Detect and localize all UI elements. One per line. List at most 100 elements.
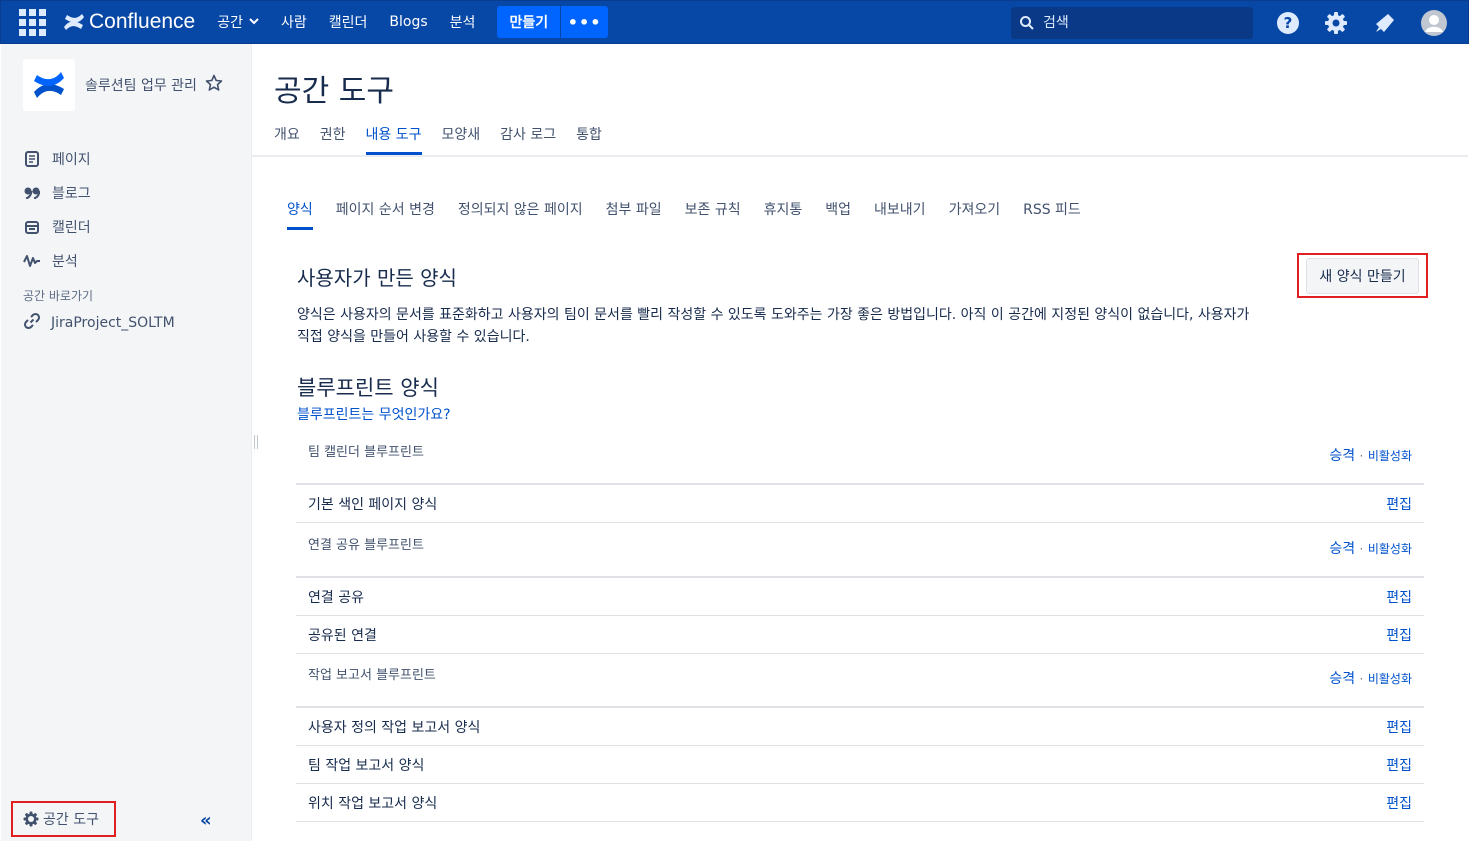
subtab-attachments[interactable]: 첨부 파일 <box>606 199 662 230</box>
tabs-divider <box>252 155 1468 157</box>
collapse-sidebar-icon[interactable]: « <box>200 810 212 831</box>
subtab-backup[interactable]: 백업 <box>825 199 851 230</box>
top-navigation: Confluence 공간 사람 캘린더 Blogs 분석 만들기 ••• ? <box>0 0 1469 44</box>
promote-link[interactable]: 승격 <box>1329 541 1355 557</box>
page-icon <box>23 150 41 168</box>
template-name: 팀 작업 보고서 양식 <box>308 757 425 774</box>
space-header[interactable]: 솔루션팀 업무 관리 <box>23 59 223 111</box>
group-name: 연결 공유 블루프린트 <box>308 538 424 553</box>
create-button[interactable]: 만들기 <box>497 6 561 38</box>
search-input[interactable] <box>1043 15 1243 31</box>
table-row: 공유된 연결 편집 <box>296 616 1424 654</box>
subtab-undefined-pages[interactable]: 정의되지 않은 페이지 <box>458 199 583 230</box>
space-shortcuts-title: 공간 바로가기 <box>23 289 94 303</box>
content-tools-subtabs: 양식 페이지 순서 변경 정의되지 않은 페이지 첨부 파일 보존 규칙 휴지통… <box>287 199 1104 230</box>
group-actions: 승격 · 비활성화 <box>1329 445 1412 465</box>
notifications-megaphone-icon[interactable] <box>1371 9 1399 37</box>
confluence-logo-icon <box>64 14 84 30</box>
edit-link[interactable]: 편집 <box>1386 793 1412 813</box>
group-header: 연결 공유 블루프린트 승격 · 비활성화 <box>296 524 1424 578</box>
subtab-trash[interactable]: 휴지통 <box>764 199 803 230</box>
separator: · <box>1359 672 1364 686</box>
nav-analytics[interactable]: 분석 <box>450 12 476 32</box>
sidebar-item-pages[interactable]: 페이지 <box>23 142 91 176</box>
help-icon[interactable]: ? <box>1274 9 1302 37</box>
more-create-button[interactable]: ••• <box>560 6 609 38</box>
template-name: 위치 작업 보고서 양식 <box>308 795 438 812</box>
nav-blogs[interactable]: Blogs <box>389 14 427 30</box>
space-name[interactable]: 솔루션팀 업무 관리 <box>85 75 197 95</box>
subtab-retention-rules[interactable]: 보존 규칙 <box>685 199 741 230</box>
analytics-icon <box>23 252 41 270</box>
group-name: 작업 보고서 블루프린트 <box>308 668 436 683</box>
sidebar-item-label: 블로그 <box>52 186 91 202</box>
table-row: 위치 작업 보고서 양식 편집 <box>296 784 1424 822</box>
search-icon <box>1020 16 1034 30</box>
space-tools-button[interactable]: 공간 도구 <box>11 801 116 837</box>
disable-link[interactable]: 비활성화 <box>1368 542 1412 556</box>
subtab-import[interactable]: 가져오기 <box>949 199 1001 230</box>
edit-link[interactable]: 편집 <box>1386 755 1412 775</box>
separator: · <box>1359 449 1364 463</box>
sidebar-item-blog[interactable]: 블로그 <box>23 176 91 210</box>
gear-icon <box>23 811 39 827</box>
nav-spaces[interactable]: 공간 <box>217 12 259 32</box>
edit-link[interactable]: 편집 <box>1386 494 1412 514</box>
user-templates-title: 사용자가 만든 양식 <box>297 266 457 290</box>
search-box[interactable] <box>1011 7 1253 39</box>
tab-look-and-feel[interactable]: 모양새 <box>442 124 481 155</box>
blueprint-group-shared-links: 연결 공유 블루프린트 승격 · 비활성화 연결 공유 편집 공유된 연결 편집 <box>296 524 1424 654</box>
user-avatar-icon[interactable] <box>1420 9 1448 37</box>
shortcut-label: JiraProject_SOLTM <box>51 315 175 331</box>
new-template-button[interactable]: 새 양식 만들기 <box>1297 253 1428 298</box>
main-content: 공간 도구 개요 권한 내용 도구 모양새 감사 로그 통합 양식 페이지 순서… <box>252 44 1468 842</box>
sidebar-item-analytics[interactable]: 분석 <box>23 244 91 278</box>
calendar-icon <box>23 218 41 236</box>
what-are-blueprints-link[interactable]: 블루프린트는 무엇인가요? <box>297 404 451 424</box>
shortcut-link-jira[interactable]: JiraProject_SOLTM <box>23 312 175 334</box>
nav-people[interactable]: 사람 <box>281 12 307 32</box>
promote-link[interactable]: 승격 <box>1329 671 1355 687</box>
edit-link[interactable]: 편집 <box>1386 625 1412 645</box>
subtab-rss-feeds[interactable]: RSS 피드 <box>1023 199 1081 230</box>
description-line-1: 양식은 사용자의 문서를 표준화하고 사용자의 팀이 문서를 빨리 작성할 수 … <box>297 307 1250 323</box>
separator: · <box>1359 542 1364 556</box>
template-name: 공유된 연결 <box>308 627 377 644</box>
chevron-down-icon <box>249 17 259 28</box>
promote-link[interactable]: 승격 <box>1329 448 1355 464</box>
link-icon <box>23 312 41 334</box>
tab-content-tools[interactable]: 내용 도구 <box>365 124 422 155</box>
tab-overview[interactable]: 개요 <box>274 124 300 155</box>
sidebar-item-label: 캘린더 <box>52 220 91 236</box>
confluence-logo[interactable]: Confluence <box>63 10 195 34</box>
subtab-export[interactable]: 내보내기 <box>874 199 926 230</box>
disable-link[interactable]: 비활성화 <box>1368 672 1412 686</box>
space-tools-label: 공간 도구 <box>43 812 99 828</box>
edit-link[interactable]: 편집 <box>1386 587 1412 607</box>
edit-link[interactable]: 편집 <box>1386 717 1412 737</box>
tab-audit-log[interactable]: 감사 로그 <box>500 124 556 155</box>
quote-icon <box>23 184 41 202</box>
page-title: 공간 도구 <box>274 74 394 109</box>
template-name: 사용자 정의 작업 보고서 양식 <box>308 719 481 736</box>
disable-link[interactable]: 비활성화 <box>1368 449 1412 463</box>
settings-gear-icon[interactable] <box>1322 9 1350 37</box>
sidebar-nav: 페이지 블로그 캘린더 분석 <box>23 142 91 278</box>
app-switcher-icon[interactable] <box>17 7 47 37</box>
star-icon[interactable] <box>205 74 223 96</box>
table-row: 팀 작업 보고서 양식 편집 <box>296 746 1424 784</box>
template-name: 기본 색인 페이지 양식 <box>308 496 438 513</box>
nav-calendars[interactable]: 캘린더 <box>329 12 368 32</box>
subtab-templates[interactable]: 양식 <box>287 199 313 230</box>
space-logo-icon[interactable] <box>23 59 75 111</box>
svg-text:?: ? <box>1284 14 1293 32</box>
tab-permissions[interactable]: 권한 <box>320 124 346 155</box>
sidebar-item-calendar[interactable]: 캘린더 <box>23 210 91 244</box>
blueprint-group-team-calendar: 팀 캘린더 블루프린트 승격 · 비활성화 기본 색인 페이지 양식 편집 <box>296 431 1424 523</box>
table-row: 기본 색인 페이지 양식 편집 <box>296 485 1424 523</box>
subtab-reorder-pages[interactable]: 페이지 순서 변경 <box>336 199 435 230</box>
table-row: 사용자 정의 작업 보고서 양식 편집 <box>296 708 1424 746</box>
table-row: 연결 공유 편집 <box>296 578 1424 616</box>
tab-integrations[interactable]: 통합 <box>576 124 602 155</box>
sidebar-item-label: 페이지 <box>52 152 91 168</box>
